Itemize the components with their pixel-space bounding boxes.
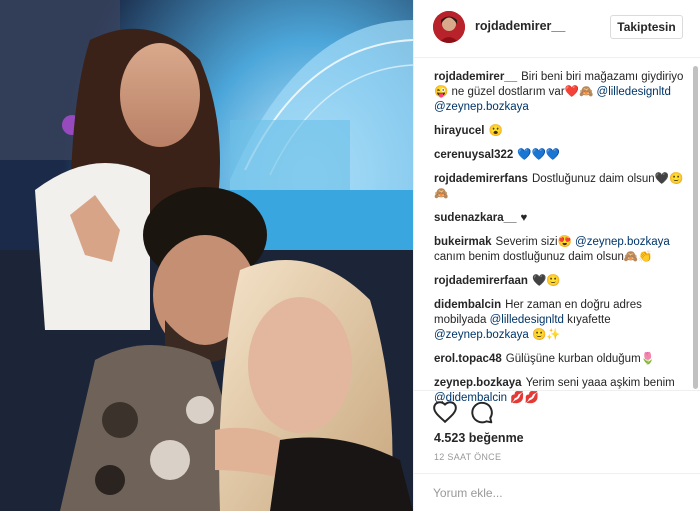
comment-text: 😜 [434, 86, 449, 98]
post-photo-illustration [0, 0, 413, 511]
comments-scrollbar[interactable] [693, 66, 698, 389]
comment-input[interactable] [433, 483, 673, 503]
comment-text: ne güzel dostlarım var [448, 86, 565, 98]
comment-icon[interactable] [468, 399, 494, 425]
comment-text: 😍 [557, 236, 572, 248]
post-photo[interactable] [0, 0, 413, 511]
comment-item: didembalcin Her zaman en doğru adres mobi… [434, 298, 686, 343]
comment-text: ♥ [520, 212, 528, 224]
add-comment-bar [414, 473, 700, 512]
comment-item: erol.topac48 Gülüşüne kurban olduğum🌷 [434, 352, 686, 367]
comment-item: rojdademirerfaan 🖤🙂 [434, 274, 686, 289]
comment-username[interactable]: sudenazkara__ [434, 212, 516, 224]
comment-item: rojdademirerfans Dostluğunuz daim olsun🖤🙂… [434, 172, 686, 202]
comment-mention-link[interactable]: @zeynep.bozkaya [575, 236, 670, 248]
comment-text: Biri beni biri mağazamı giydiriyo [521, 71, 684, 83]
comment-text: kıyafette [563, 314, 611, 326]
instagram-post-view: rojdademirer__ Takiptesin rojdademirer__… [0, 0, 700, 511]
header-username[interactable]: rojdademirer__ [475, 19, 565, 33]
comment-item: sudenazkara__ ♥ [434, 211, 686, 226]
like-count[interactable]: 4.523 beğenme [434, 431, 524, 445]
comment-username[interactable]: erol.topac48 [434, 353, 502, 365]
post-header: rojdademirer__ Takiptesin [414, 0, 700, 58]
comment-text: canım benim dostluğunuz daim olsun [434, 251, 624, 263]
comment-item: cerenuysal322 💙💙💙 [434, 148, 686, 163]
post-actions: 4.523 beğenme 12 SAAT ÖNCE [414, 390, 700, 511]
comment-text: 😮 [488, 125, 503, 137]
comment-username[interactable]: zeynep.bozkaya [434, 377, 522, 389]
comment-username[interactable]: rojdademirerfans [434, 173, 528, 185]
comment-mention-link[interactable]: @lilledesignltd [597, 86, 671, 98]
comment-mention-link[interactable]: @lilledesignltd [490, 314, 564, 326]
comment-list: rojdademirer__ Biri beni biri mağazamı gi… [434, 70, 686, 415]
comment-text: 🌷 [640, 353, 655, 365]
comment-text: Severim sizi [495, 236, 558, 248]
comment-username[interactable]: rojdademirerfaan [434, 275, 528, 287]
comment-username[interactable]: rojdademirer__ [434, 71, 517, 83]
comment-item: bukeirmak Severim sizi😍 @zeynep.bozkaya c… [434, 235, 686, 265]
comment-text: Gülüşüne kurban olduğum [505, 353, 641, 365]
comment-item: hirayucel 😮 [434, 124, 686, 139]
post-sidebar: rojdademirer__ Takiptesin rojdademirer__… [413, 0, 700, 511]
comment-username[interactable]: cerenuysal322 [434, 149, 513, 161]
comment-text: 💙💙💙 [517, 149, 561, 161]
following-button[interactable]: Takiptesin [610, 15, 683, 39]
comment-mention-link[interactable]: @zeynep.bozkaya [434, 329, 529, 341]
comment-text: 🙈👏 [623, 251, 653, 263]
comment-text: ❤️🙈 [564, 86, 594, 98]
avatar-image [433, 11, 465, 43]
post-timestamp: 12 SAAT ÖNCE [434, 452, 502, 462]
comment-item: rojdademirer__ Biri beni biri mağazamı gi… [434, 70, 686, 115]
comment-text: Yerim seni yaaa aşkim benim [525, 377, 675, 389]
heart-icon[interactable] [432, 399, 458, 425]
comment-username[interactable]: hirayucel [434, 125, 485, 137]
comment-text: 🙂✨ [528, 329, 561, 341]
comment-text: 🖤🙂 [531, 275, 561, 287]
comment-username[interactable]: bukeirmak [434, 236, 492, 248]
avatar[interactable] [433, 11, 465, 43]
comment-text: Dostluğunuz daim olsun [531, 173, 655, 185]
comment-mention-link[interactable]: @zeynep.bozkaya [434, 101, 529, 113]
comment-username[interactable]: didembalcin [434, 299, 501, 311]
